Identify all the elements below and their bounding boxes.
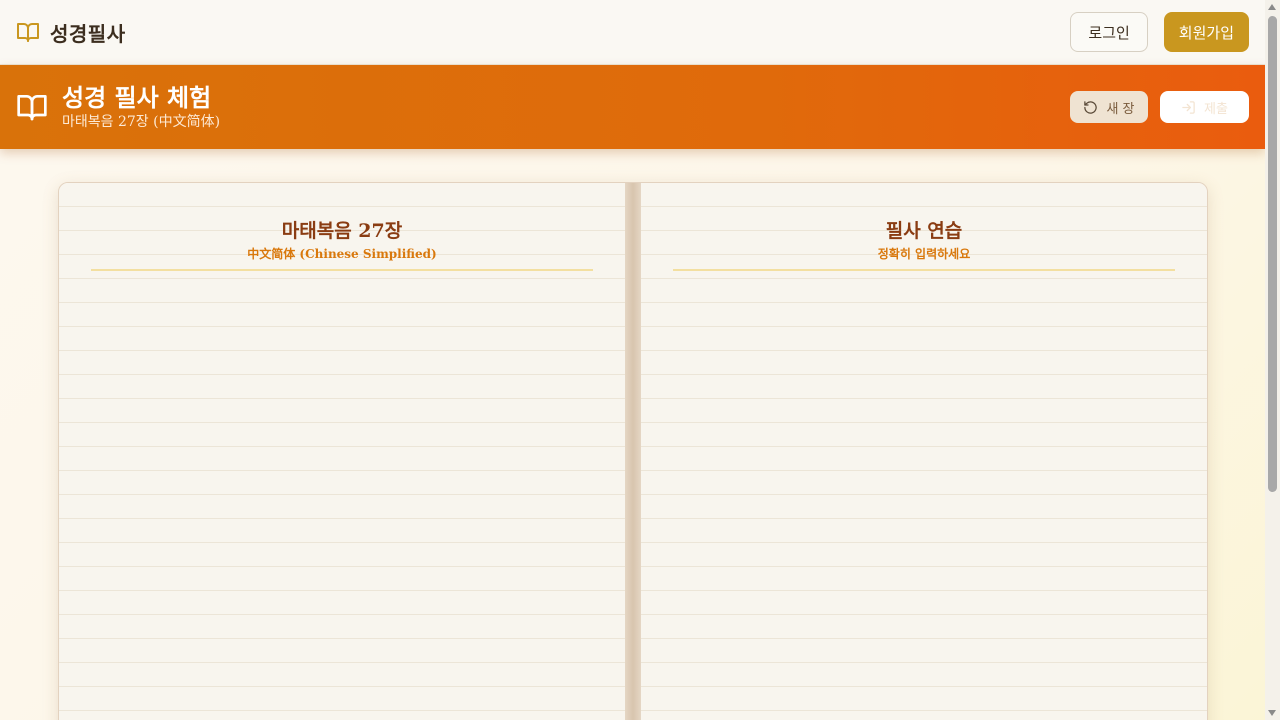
translation-label: 中文简体 (Chinese Simplified) bbox=[247, 247, 437, 261]
brand[interactable]: 성경필사 bbox=[16, 18, 126, 47]
scroll-down-arrow-icon[interactable] bbox=[1268, 710, 1276, 716]
left-page-header: 마태복음 27장 中文简体 (Chinese Simplified) bbox=[91, 217, 593, 271]
open-book: 마태복음 27장 中文简体 (Chinese Simplified) 필사 연습… bbox=[58, 182, 1208, 720]
practice-title: 필사 연습 bbox=[885, 220, 963, 242]
book-open-icon bbox=[17, 23, 39, 42]
login-button[interactable]: 로그인 bbox=[1070, 12, 1148, 52]
header-text: 성경 필사 체험 마태복음 27장 (中文简体) bbox=[62, 83, 220, 131]
submit-button[interactable]: 제출 bbox=[1160, 91, 1249, 123]
top-navbar: 성경필사 로그인 회원가입 bbox=[0, 0, 1265, 65]
new-chapter-button[interactable]: 새 장 bbox=[1070, 91, 1148, 123]
brand-name: 성경필사 bbox=[50, 21, 126, 46]
scrollbar-thumb[interactable] bbox=[1268, 16, 1277, 492]
right-page[interactable]: 필사 연습 정확히 입력하세요 bbox=[641, 183, 1207, 720]
submit-label: 제출 bbox=[1204, 101, 1228, 117]
book-spine bbox=[625, 183, 641, 720]
log-in-icon bbox=[1182, 100, 1195, 114]
page-scrollbar[interactable] bbox=[1265, 0, 1280, 720]
page-subtitle: 마태복음 27장 (中文简体) bbox=[62, 114, 221, 130]
new-chapter-label: 새 장 bbox=[1106, 101, 1135, 117]
page-header: 성경 필사 체험 마태복음 27장 (中文简体) 새 장 제출 bbox=[0, 65, 1265, 149]
left-page: 마태복음 27장 中文简体 (Chinese Simplified) bbox=[59, 183, 625, 720]
rotate-ccw-icon bbox=[1084, 100, 1098, 114]
nav-actions: 로그인 회원가입 bbox=[1070, 12, 1249, 52]
signup-button[interactable]: 회원가입 bbox=[1163, 12, 1249, 52]
header-title-group: 성경 필사 체험 마태복음 27장 (中文简体) bbox=[16, 83, 220, 131]
header-actions: 새 장 제출 bbox=[1070, 91, 1249, 123]
book-open-icon bbox=[17, 95, 47, 121]
scroll-up-arrow-icon[interactable] bbox=[1268, 4, 1276, 10]
chapter-title: 마태복음 27장 bbox=[281, 220, 403, 242]
right-page-header: 필사 연습 정확히 입력하세요 bbox=[673, 217, 1175, 271]
page-title: 성경 필사 체험 bbox=[62, 83, 212, 112]
practice-instruction: 정확히 입력하세요 bbox=[877, 247, 971, 261]
